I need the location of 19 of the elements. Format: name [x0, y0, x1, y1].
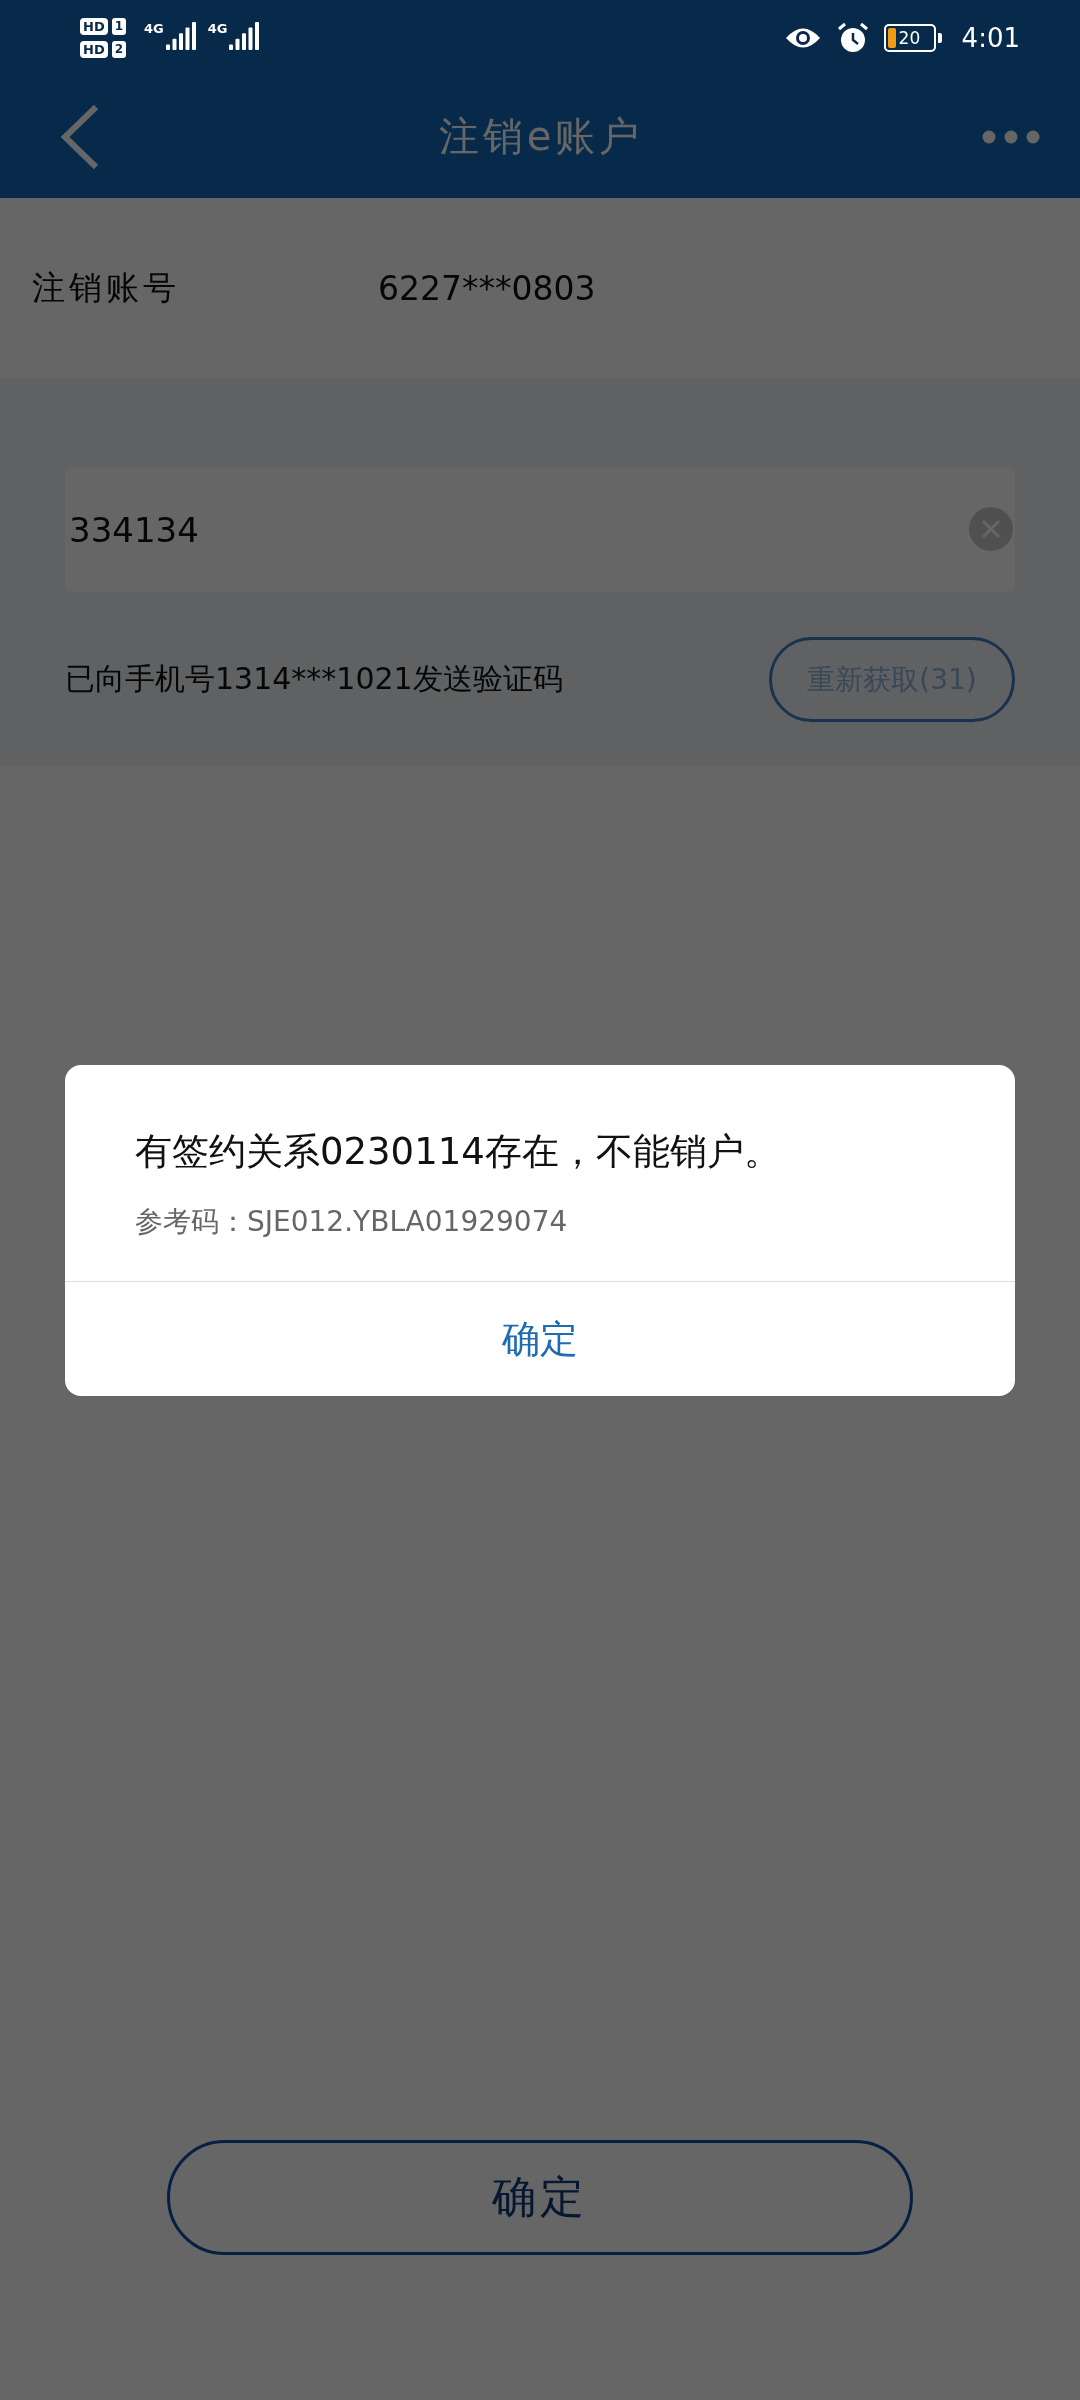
sms-sent-notice: 已向手机号1314***1021发送验证码 [65, 660, 563, 698]
account-label: 注销账号 [32, 266, 181, 309]
code-input-field[interactable]: 334134 [65, 467, 1015, 592]
network-type-label: 4G [207, 21, 228, 36]
alarm-icon [835, 20, 870, 55]
reference-code: 参考码：SJE012.YBLA01929074 [135, 1204, 569, 1240]
account-number: 6227***0803 [378, 268, 596, 308]
confirm-button[interactable]: 确定 [167, 2140, 913, 2255]
clock-time: 4:01 [961, 22, 1020, 53]
dialog-message: 有签约关系0230114存在，不能销户。 [135, 1129, 782, 1175]
hd-badge: HD [80, 40, 108, 58]
back-icon[interactable] [60, 103, 100, 170]
sim-slot-badge: 2 [111, 40, 127, 58]
more-icon[interactable] [982, 129, 1040, 144]
hd-badge: HD [80, 17, 108, 35]
page-title: 注销e账户 [438, 112, 644, 161]
network-type-label: 4G [144, 21, 164, 36]
sim-slot-badge: 1 [111, 17, 127, 35]
dialog-confirm-button[interactable]: 确定 [65, 1282, 1015, 1396]
